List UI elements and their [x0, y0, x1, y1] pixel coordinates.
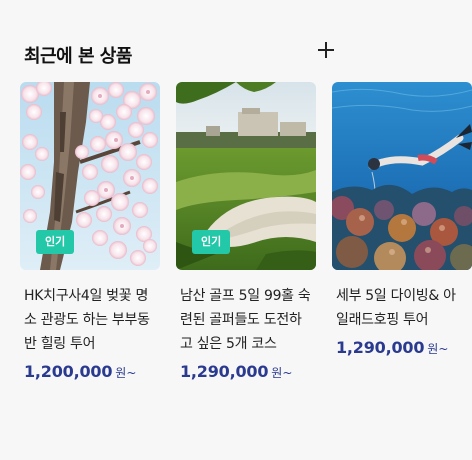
product-title: 남산 골프 5일 99홀 숙련된 골퍼들도 도전하고 싶은 5개 코스 — [180, 288, 311, 352]
product-price: 1,200,000 — [24, 362, 113, 381]
price-unit: 원~ — [115, 366, 137, 380]
product-title: 세부 5일 다이빙& 아일래드호핑 투어 — [336, 288, 456, 328]
price-row: 1,200,000 원~ — [20, 362, 160, 381]
recent-products-header: 최근에 본 상품 — [24, 40, 448, 70]
plus-icon[interactable] — [318, 42, 334, 58]
price-unit: 원~ — [427, 342, 449, 356]
product-price: 1,290,000 — [336, 338, 425, 357]
product-card-golf[interactable]: 인기 남산 골프 5일 99홀 숙련된 골퍼들도 도전하고 싶은 5개 코스 1… — [176, 82, 316, 381]
section-title: 최근에 본 상품 — [24, 46, 132, 67]
price-row: 1,290,000 원~ — [176, 362, 316, 381]
product-image-diving — [332, 82, 472, 270]
product-image-golf: 인기 — [176, 82, 316, 270]
product-card-diving[interactable]: 세부 5일 다이빙& 아일래드호핑 투어 1,290,000 원~ — [332, 82, 472, 357]
price-unit: 원~ — [271, 366, 293, 380]
price-row: 1,290,000 원~ — [332, 338, 472, 357]
popular-badge: 인기 — [36, 230, 75, 254]
popular-badge: 인기 — [192, 230, 231, 254]
product-price: 1,290,000 — [180, 362, 269, 381]
product-title: HK치구사4일 벚꽃 명소 관광도 하는 부부동반 힐링 투어 — [24, 288, 150, 352]
product-card-cherry-blossom[interactable]: 인기 HK치구사4일 벚꽃 명소 관광도 하는 부부동반 힐링 투어 1,200… — [20, 82, 160, 381]
product-image-cherry-blossom: 인기 — [20, 82, 160, 270]
